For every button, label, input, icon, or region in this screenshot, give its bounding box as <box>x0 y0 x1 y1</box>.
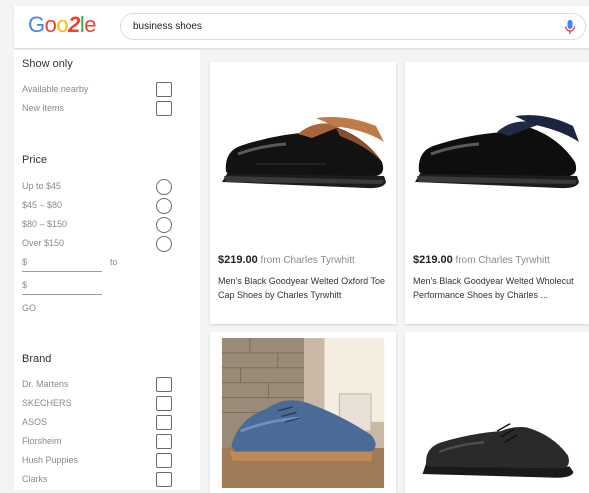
brand-title: Brand <box>22 353 52 365</box>
price-title: Price <box>22 154 48 166</box>
brand-florsheim-checkbox[interactable] <box>156 434 172 449</box>
product-card[interactable] <box>210 332 396 493</box>
product-price: $219.00 from Charles Tyrwhitt <box>413 254 550 266</box>
price-max-input[interactable] <box>22 294 102 295</box>
product-title[interactable]: Men's Black Goodyear Welted Oxford Toe C… <box>218 274 390 302</box>
price-radio[interactable] <box>156 198 172 214</box>
price-option-label: Over $150 <box>22 238 65 248</box>
price-go-button[interactable]: GO <box>22 303 36 313</box>
brand-skechers-checkbox[interactable] <box>156 396 172 411</box>
price-option-label: Up to $45 <box>22 181 62 191</box>
product-price: $219.00 from Charles Tyrwhitt <box>218 254 355 266</box>
product-card[interactable]: $219.00 from Charles Tyrwhitt Men's Blac… <box>210 62 396 324</box>
filter-sidebar: Show only Available nearby New items Pri… <box>14 50 200 490</box>
black-oxford-shoe-image[interactable] <box>216 72 390 212</box>
google-logo[interactable]: Goo2le <box>28 14 97 36</box>
black-wholecut-shoe-image[interactable] <box>411 72 585 212</box>
black-derby-shoe-image[interactable] <box>411 338 585 488</box>
brand-dr-martens-checkbox[interactable] <box>156 377 172 392</box>
price-min-input[interactable] <box>22 271 102 272</box>
price-radio[interactable] <box>156 217 172 233</box>
price-min-prefix: $ <box>22 257 28 267</box>
product-card[interactable]: $219.00 from Charles Tyrwhitt Men's Blac… <box>405 62 589 324</box>
brand-asos-label: ASOS <box>22 417 48 427</box>
search-header: Goo2le <box>14 6 589 48</box>
product-card[interactable] <box>405 332 589 493</box>
search-input[interactable] <box>133 21 543 32</box>
brand-hush-puppies-label: Hush Puppies <box>22 455 79 465</box>
brand-dr-martens-label: Dr. Martens <box>22 379 69 389</box>
brand-florsheim-label: Florsheim <box>22 436 62 446</box>
show-only-title: Show only <box>22 58 73 70</box>
price-radio[interactable] <box>156 236 172 252</box>
brand-asos-checkbox[interactable] <box>156 415 172 430</box>
brand-skechers-label: SKECHERS <box>22 398 72 408</box>
search-box[interactable] <box>120 13 586 40</box>
price-option-label: $45 – $80 <box>22 200 63 210</box>
filter-new-items-label: New items <box>22 103 65 113</box>
microphone-icon[interactable] <box>563 19 577 35</box>
price-to-label: to <box>110 257 118 267</box>
filter-new-items-checkbox[interactable] <box>156 101 172 116</box>
blue-suede-shoe-image[interactable] <box>216 338 390 488</box>
brand-clarks-checkbox[interactable] <box>156 472 172 487</box>
brand-clarks-label: Clarks <box>22 474 48 484</box>
product-title[interactable]: Men's Black Goodyear Welted Wholecut Per… <box>413 274 585 302</box>
filter-available-nearby-checkbox[interactable] <box>156 82 172 97</box>
filter-available-nearby-label: Available nearby <box>22 84 89 94</box>
price-radio[interactable] <box>156 179 172 195</box>
price-option-label: $80 – $150 <box>22 219 68 229</box>
brand-hush-puppies-checkbox[interactable] <box>156 453 172 468</box>
price-max-prefix: $ <box>22 280 28 290</box>
